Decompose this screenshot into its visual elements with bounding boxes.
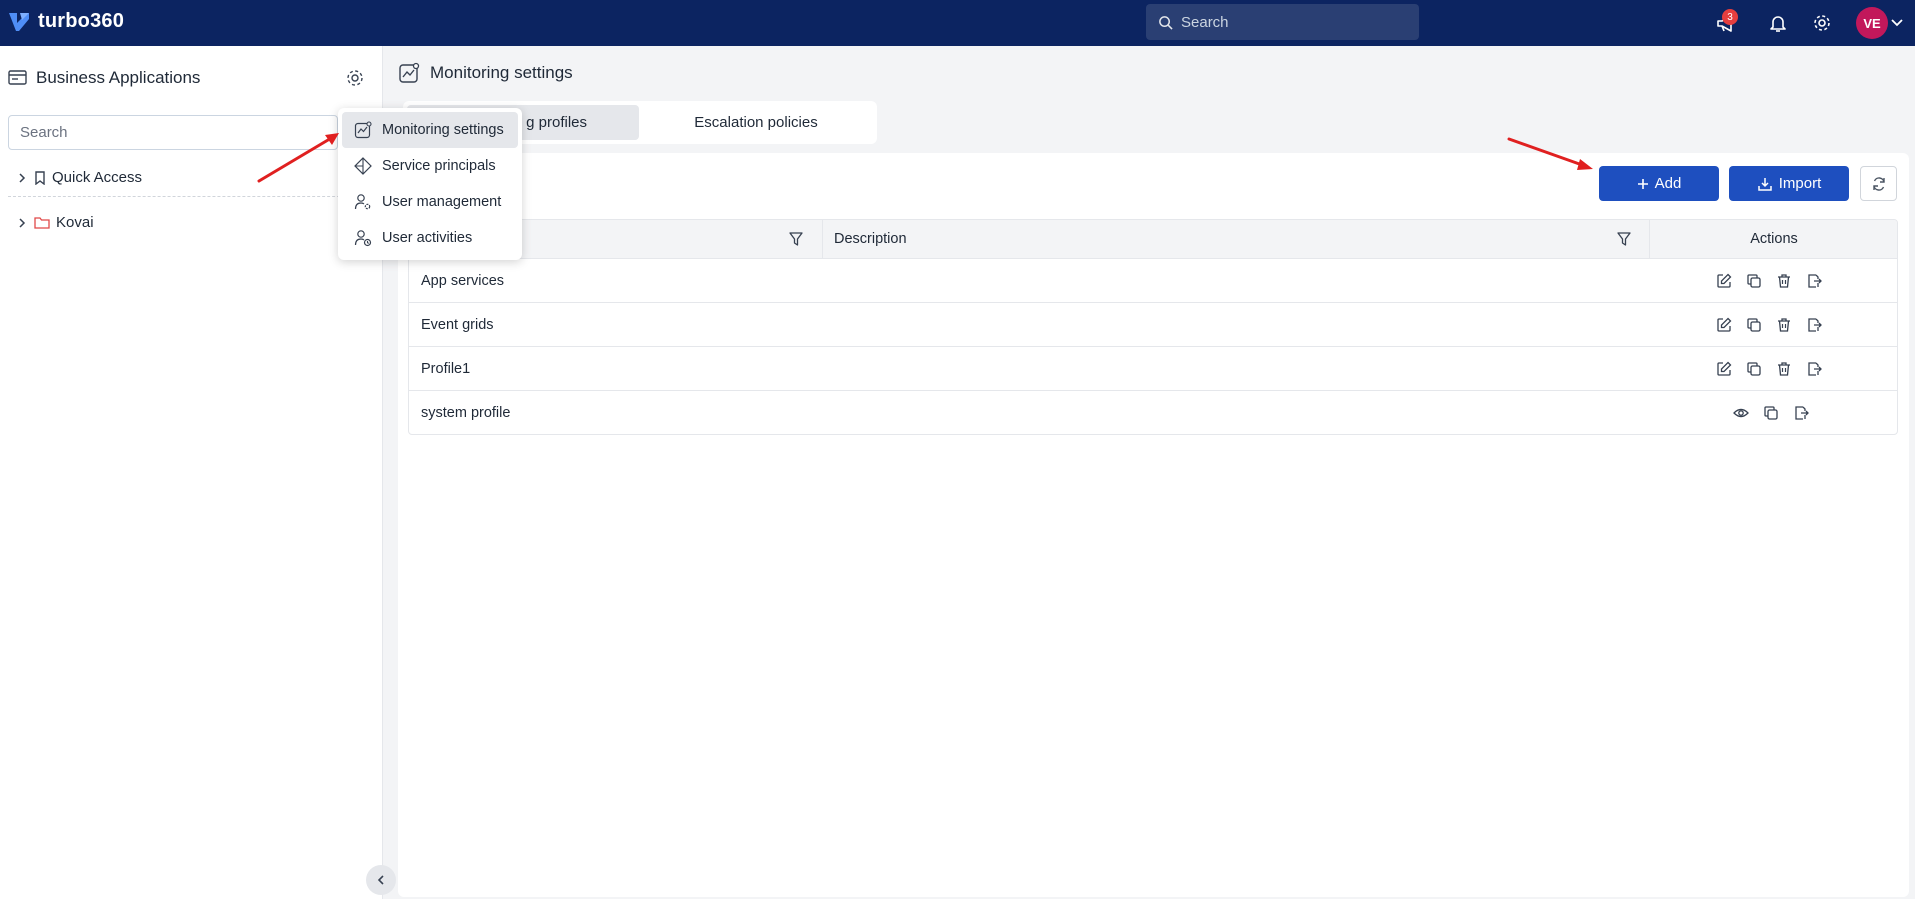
global-search[interactable] bbox=[1146, 4, 1419, 40]
profile-name: App services bbox=[421, 273, 505, 289]
user-gear-icon bbox=[354, 193, 372, 211]
table-row[interactable]: Profile1 bbox=[409, 346, 1897, 390]
gear-icon[interactable] bbox=[1810, 11, 1834, 35]
row-actions bbox=[1715, 360, 1823, 378]
table-row[interactable]: system profile bbox=[409, 390, 1897, 434]
diamond-icon bbox=[354, 157, 372, 175]
add-button[interactable]: Add bbox=[1599, 166, 1719, 201]
edit-icon[interactable] bbox=[1715, 316, 1733, 334]
global-search-input[interactable] bbox=[1181, 13, 1401, 31]
table-row[interactable]: App services bbox=[409, 258, 1897, 302]
bell-icon[interactable] bbox=[1766, 11, 1790, 35]
brand-name: turbo360 bbox=[38, 10, 125, 32]
tree-item-label: Quick Access bbox=[52, 169, 143, 186]
copy-icon[interactable] bbox=[1762, 404, 1780, 422]
monitoring-icon bbox=[354, 121, 372, 139]
delete-icon[interactable] bbox=[1775, 360, 1793, 378]
import-button[interactable]: Import bbox=[1729, 166, 1849, 201]
brand-logo-icon bbox=[8, 11, 30, 33]
menu-item-label: User management bbox=[382, 194, 502, 210]
annotation-arrow-icon bbox=[257, 133, 339, 183]
menu-item-user-management[interactable]: User management bbox=[342, 184, 518, 220]
brand-logo[interactable]: turbo360 bbox=[8, 10, 124, 33]
collapse-sidebar-button[interactable] bbox=[366, 865, 396, 895]
profile-name: Profile1 bbox=[421, 361, 471, 377]
notification-count-badge: 3 bbox=[1722, 9, 1738, 25]
menu-item-label: User activities bbox=[382, 230, 473, 246]
column-divider bbox=[822, 220, 823, 258]
chevron-down-icon[interactable] bbox=[1890, 15, 1904, 29]
sidebar-header: Business Applications bbox=[8, 68, 200, 88]
menu-item-label: Service principals bbox=[382, 158, 496, 174]
page-title-row: Monitoring settings bbox=[398, 62, 573, 84]
search-icon bbox=[1158, 15, 1173, 30]
settings-dropdown-menu: Monitoring settings Service principals U… bbox=[338, 108, 522, 260]
menu-item-label: Monitoring settings bbox=[382, 122, 504, 138]
export-icon[interactable] bbox=[1805, 272, 1823, 290]
export-icon[interactable] bbox=[1805, 360, 1823, 378]
page-title: Monitoring settings bbox=[430, 63, 573, 82]
edit-icon[interactable] bbox=[1715, 272, 1733, 290]
add-button-label: Add bbox=[1654, 175, 1682, 192]
menu-item-user-activities[interactable]: User activities bbox=[342, 220, 518, 256]
filter-icon[interactable] bbox=[789, 232, 803, 246]
profiles-table: Description Actions App services Event g… bbox=[408, 219, 1898, 435]
profile-name: system profile bbox=[421, 405, 511, 421]
filter-icon[interactable] bbox=[1617, 232, 1631, 246]
table-row[interactable]: Event grids bbox=[409, 302, 1897, 346]
business-apps-icon bbox=[8, 69, 28, 87]
refresh-button[interactable] bbox=[1860, 166, 1897, 201]
chevron-right-icon[interactable] bbox=[16, 172, 28, 184]
plus-icon bbox=[1637, 178, 1649, 190]
annotation-arrow-icon bbox=[1507, 137, 1593, 170]
user-avatar[interactable]: VE bbox=[1856, 7, 1888, 39]
chevron-right-icon[interactable] bbox=[16, 217, 28, 229]
import-button-label: Import bbox=[1778, 175, 1822, 192]
row-actions bbox=[1732, 404, 1810, 422]
monitoring-icon bbox=[398, 62, 420, 84]
export-icon[interactable] bbox=[1805, 316, 1823, 334]
divider bbox=[8, 196, 375, 197]
export-icon[interactable] bbox=[1792, 404, 1810, 422]
tab-escalation-policies[interactable]: Escalation policies bbox=[639, 105, 873, 140]
table-header: Description Actions bbox=[409, 220, 1897, 258]
top-navigation-bar: turbo360 3 VE bbox=[0, 0, 1915, 46]
tree-item-label: Kovai bbox=[56, 214, 94, 231]
folder-icon bbox=[34, 216, 50, 229]
menu-item-monitoring-settings[interactable]: Monitoring settings bbox=[342, 112, 518, 148]
profile-name: Event grids bbox=[421, 317, 494, 333]
delete-icon[interactable] bbox=[1775, 272, 1793, 290]
import-icon bbox=[1757, 176, 1773, 192]
row-actions bbox=[1715, 272, 1823, 290]
column-header-actions: Actions bbox=[1750, 231, 1798, 247]
column-header-description: Description bbox=[834, 231, 907, 247]
sidebar-settings-gear-icon[interactable] bbox=[345, 68, 365, 88]
sidebar-title: Business Applications bbox=[36, 68, 201, 87]
row-actions bbox=[1715, 316, 1823, 334]
view-icon[interactable] bbox=[1732, 404, 1750, 422]
tree-item-quick-access[interactable]: Quick Access bbox=[16, 169, 142, 186]
menu-item-service-principals[interactable]: Service principals bbox=[342, 148, 518, 184]
bookmark-icon bbox=[34, 170, 46, 185]
copy-icon[interactable] bbox=[1745, 360, 1763, 378]
refresh-icon bbox=[1871, 176, 1887, 192]
copy-icon[interactable] bbox=[1745, 272, 1763, 290]
delete-icon[interactable] bbox=[1775, 316, 1793, 334]
edit-icon[interactable] bbox=[1715, 360, 1733, 378]
copy-icon[interactable] bbox=[1745, 316, 1763, 334]
user-clock-icon bbox=[354, 229, 372, 247]
tree-item-kovai[interactable]: Kovai bbox=[16, 214, 94, 231]
